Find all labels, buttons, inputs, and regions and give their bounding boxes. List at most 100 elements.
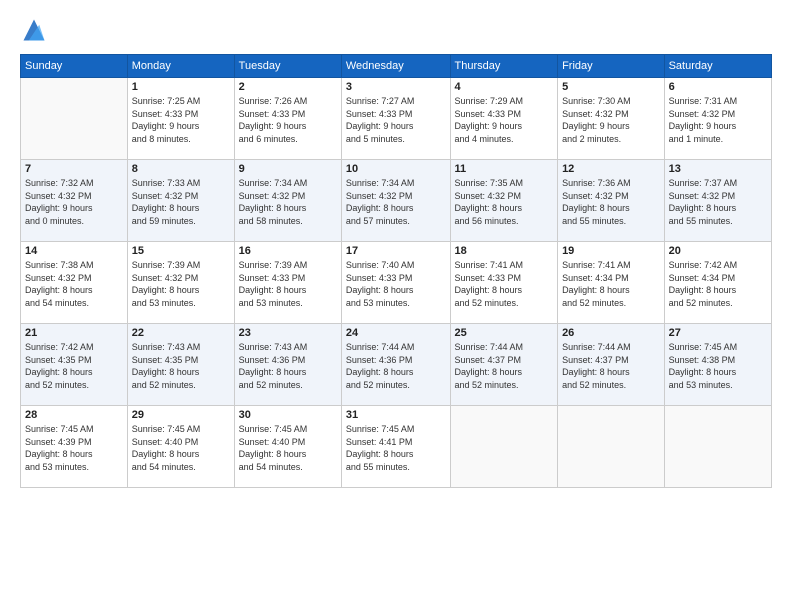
day-info: Sunrise: 7:39 AM Sunset: 4:32 PM Dayligh…: [132, 259, 230, 309]
week-row: 14Sunrise: 7:38 AM Sunset: 4:32 PM Dayli…: [21, 242, 772, 324]
day-cell: 11Sunrise: 7:35 AM Sunset: 4:32 PM Dayli…: [450, 160, 558, 242]
day-number: 17: [346, 245, 446, 257]
day-cell: 16 Sunrise: 7:39 AM Sunset: 4:33 PM Dayli…: [234, 242, 341, 324]
day-number: 30: [239, 409, 337, 421]
day-cell: 30 Sunrise: 7:45 AM Sunset: 4:40 PM Dayli…: [234, 406, 341, 488]
day-cell: 8 Sunrise: 7:33 AM Sunset: 4:32 PM Daylig…: [127, 160, 234, 242]
day-cell: 28 Sunrise: 7:45 AM Sunset: 4:39 PM Dayli…: [21, 406, 128, 488]
day-info: Sunrise: 7:40 AM Sunset: 4:33 PM Dayligh…: [346, 259, 446, 309]
header: [20, 16, 772, 44]
day-info: Sunrise: 7:30 AM Sunset: 4:32 PM Dayligh…: [562, 95, 660, 145]
calendar-body: 1 Sunrise: 7:25 AM Sunset: 4:33 PM Daylig…: [21, 78, 772, 488]
day-cell: 15 Sunrise: 7:39 AM Sunset: 4:32 PM Dayli…: [127, 242, 234, 324]
header-cell-wednesday: Wednesday: [341, 55, 450, 78]
day-cell: [450, 406, 558, 488]
day-cell: 27 Sunrise: 7:45 AM Sunset: 4:38 PM Dayli…: [664, 324, 771, 406]
day-number: 5: [562, 81, 660, 93]
day-number: 27: [669, 327, 767, 339]
day-info: Sunrise: 7:45 AM Sunset: 4:40 PM Dayligh…: [132, 423, 230, 473]
day-number: 18: [455, 245, 554, 257]
day-cell: 9Sunrise: 7:34 AM Sunset: 4:32 PM Daylig…: [234, 160, 341, 242]
day-cell: 14Sunrise: 7:38 AM Sunset: 4:32 PM Dayli…: [21, 242, 128, 324]
calendar-header: SundayMondayTuesdayWednesdayThursdayFrid…: [21, 55, 772, 78]
day-number: 20: [669, 245, 767, 257]
header-cell-sunday: Sunday: [21, 55, 128, 78]
day-number: 8: [132, 163, 230, 175]
day-info: Sunrise: 7:44 AM Sunset: 4:36 PM Dayligh…: [346, 341, 446, 391]
day-info: Sunrise: 7:32 AM Sunset: 4:32 PM Dayligh…: [25, 177, 123, 227]
day-number: 4: [455, 81, 554, 93]
day-cell: 4 Sunrise: 7:29 AM Sunset: 4:33 PM Daylig…: [450, 78, 558, 160]
day-info: Sunrise: 7:44 AM Sunset: 4:37 PM Dayligh…: [562, 341, 660, 391]
calendar: SundayMondayTuesdayWednesdayThursdayFrid…: [20, 54, 772, 488]
page: SundayMondayTuesdayWednesdayThursdayFrid…: [0, 0, 792, 612]
day-number: 28: [25, 409, 123, 421]
day-number: 24: [346, 327, 446, 339]
day-info: Sunrise: 7:25 AM Sunset: 4:33 PM Dayligh…: [132, 95, 230, 145]
day-number: 7: [25, 163, 123, 175]
day-info: Sunrise: 7:42 AM Sunset: 4:34 PM Dayligh…: [669, 259, 767, 309]
day-info: Sunrise: 7:27 AM Sunset: 4:33 PM Dayligh…: [346, 95, 446, 145]
day-number: 22: [132, 327, 230, 339]
day-info: Sunrise: 7:39 AM Sunset: 4:33 PM Dayligh…: [239, 259, 337, 309]
day-info: Sunrise: 7:45 AM Sunset: 4:39 PM Dayligh…: [25, 423, 123, 473]
day-number: 6: [669, 81, 767, 93]
day-info: Sunrise: 7:42 AM Sunset: 4:35 PM Dayligh…: [25, 341, 123, 391]
day-info: Sunrise: 7:41 AM Sunset: 4:34 PM Dayligh…: [562, 259, 660, 309]
day-number: 23: [239, 327, 337, 339]
day-number: 10: [346, 163, 446, 175]
day-number: 21: [25, 327, 123, 339]
day-number: 13: [669, 163, 767, 175]
day-cell: [21, 78, 128, 160]
day-info: Sunrise: 7:45 AM Sunset: 4:38 PM Dayligh…: [669, 341, 767, 391]
day-info: Sunrise: 7:37 AM Sunset: 4:32 PM Dayligh…: [669, 177, 767, 227]
day-info: Sunrise: 7:29 AM Sunset: 4:33 PM Dayligh…: [455, 95, 554, 145]
day-cell: 21 Sunrise: 7:42 AM Sunset: 4:35 PM Dayli…: [21, 324, 128, 406]
day-number: 16: [239, 245, 337, 257]
day-number: 9: [239, 163, 337, 175]
day-info: Sunrise: 7:43 AM Sunset: 4:36 PM Dayligh…: [239, 341, 337, 391]
week-row: 28 Sunrise: 7:45 AM Sunset: 4:39 PM Dayli…: [21, 406, 772, 488]
day-number: 19: [562, 245, 660, 257]
day-info: Sunrise: 7:26 AM Sunset: 4:33 PM Dayligh…: [239, 95, 337, 145]
day-cell: 18 Sunrise: 7:41 AM Sunset: 4:33 PM Dayli…: [450, 242, 558, 324]
day-cell: 22 Sunrise: 7:43 AM Sunset: 4:35 PM Dayli…: [127, 324, 234, 406]
day-cell: 25Sunrise: 7:44 AM Sunset: 4:37 PM Dayli…: [450, 324, 558, 406]
day-info: Sunrise: 7:45 AM Sunset: 4:41 PM Dayligh…: [346, 423, 446, 473]
header-cell-thursday: Thursday: [450, 55, 558, 78]
day-info: Sunrise: 7:41 AM Sunset: 4:33 PM Dayligh…: [455, 259, 554, 309]
day-number: 2: [239, 81, 337, 93]
day-cell: 20 Sunrise: 7:42 AM Sunset: 4:34 PM Dayli…: [664, 242, 771, 324]
day-cell: 26Sunrise: 7:44 AM Sunset: 4:37 PM Dayli…: [558, 324, 665, 406]
logo: [20, 16, 52, 44]
day-cell: 19 Sunrise: 7:41 AM Sunset: 4:34 PM Dayli…: [558, 242, 665, 324]
day-info: Sunrise: 7:34 AM Sunset: 4:32 PM Dayligh…: [346, 177, 446, 227]
day-cell: 24 Sunrise: 7:44 AM Sunset: 4:36 PM Dayli…: [341, 324, 450, 406]
day-number: 29: [132, 409, 230, 421]
header-cell-tuesday: Tuesday: [234, 55, 341, 78]
day-cell: 29 Sunrise: 7:45 AM Sunset: 4:40 PM Dayli…: [127, 406, 234, 488]
day-number: 1: [132, 81, 230, 93]
week-row: 21 Sunrise: 7:42 AM Sunset: 4:35 PM Dayli…: [21, 324, 772, 406]
day-cell: 7 Sunrise: 7:32 AM Sunset: 4:32 PM Daylig…: [21, 160, 128, 242]
week-row: 7 Sunrise: 7:32 AM Sunset: 4:32 PM Daylig…: [21, 160, 772, 242]
day-number: 25: [455, 327, 554, 339]
day-cell: 3 Sunrise: 7:27 AM Sunset: 4:33 PM Daylig…: [341, 78, 450, 160]
day-number: 31: [346, 409, 446, 421]
day-cell: 31 Sunrise: 7:45 AM Sunset: 4:41 PM Dayli…: [341, 406, 450, 488]
day-cell: 2 Sunrise: 7:26 AM Sunset: 4:33 PM Daylig…: [234, 78, 341, 160]
day-cell: 17 Sunrise: 7:40 AM Sunset: 4:33 PM Dayli…: [341, 242, 450, 324]
day-info: Sunrise: 7:43 AM Sunset: 4:35 PM Dayligh…: [132, 341, 230, 391]
day-number: 15: [132, 245, 230, 257]
day-number: 3: [346, 81, 446, 93]
day-cell: [664, 406, 771, 488]
day-info: Sunrise: 7:31 AM Sunset: 4:32 PM Dayligh…: [669, 95, 767, 145]
day-info: Sunrise: 7:36 AM Sunset: 4:32 PM Dayligh…: [562, 177, 660, 227]
header-cell-saturday: Saturday: [664, 55, 771, 78]
week-row: 1 Sunrise: 7:25 AM Sunset: 4:33 PM Daylig…: [21, 78, 772, 160]
day-cell: 23 Sunrise: 7:43 AM Sunset: 4:36 PM Dayli…: [234, 324, 341, 406]
day-info: Sunrise: 7:45 AM Sunset: 4:40 PM Dayligh…: [239, 423, 337, 473]
day-number: 14: [25, 245, 123, 257]
day-info: Sunrise: 7:33 AM Sunset: 4:32 PM Dayligh…: [132, 177, 230, 227]
day-cell: 12Sunrise: 7:36 AM Sunset: 4:32 PM Dayli…: [558, 160, 665, 242]
